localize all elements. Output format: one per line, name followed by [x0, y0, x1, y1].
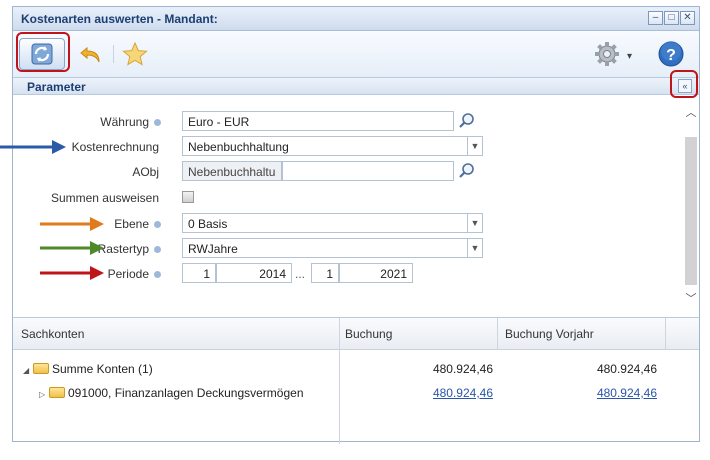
arrow-kostenrechnung	[0, 140, 66, 154]
arrow-ebene	[40, 217, 104, 231]
annotation-arrows	[0, 140, 104, 280]
arrow-periode	[40, 266, 104, 280]
arrow-rastertyp	[40, 241, 104, 255]
